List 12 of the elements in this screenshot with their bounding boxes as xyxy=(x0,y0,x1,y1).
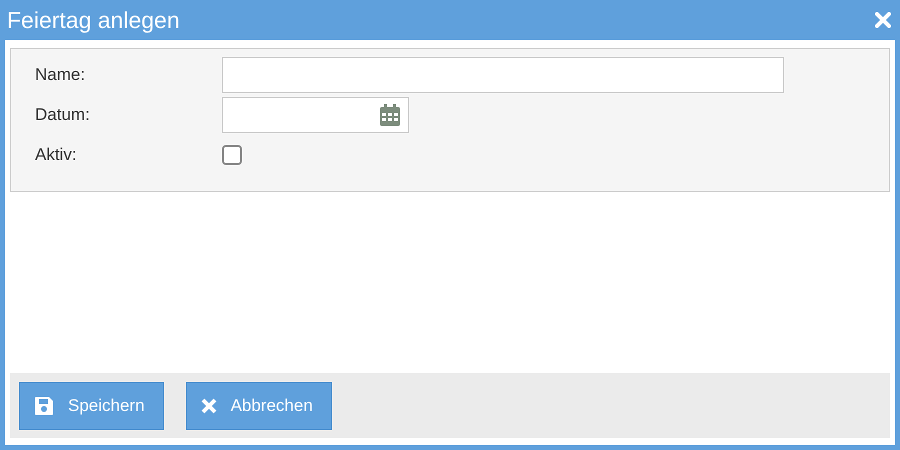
save-button[interactable]: Speichern xyxy=(19,382,164,430)
window-title: Feiertag anlegen xyxy=(7,6,180,34)
name-field[interactable] xyxy=(222,57,784,93)
close-icon[interactable] xyxy=(875,12,891,28)
date-field[interactable] xyxy=(222,97,409,133)
close-icon xyxy=(200,398,217,414)
checkbox[interactable] xyxy=(222,145,242,165)
calendar-icon[interactable] xyxy=(380,104,400,126)
field-label: Name: xyxy=(35,65,86,85)
cancel-button[interactable]: Abbrechen xyxy=(186,382,332,430)
field-label: Datum: xyxy=(35,105,91,125)
field-label: Aktiv: xyxy=(35,145,78,165)
